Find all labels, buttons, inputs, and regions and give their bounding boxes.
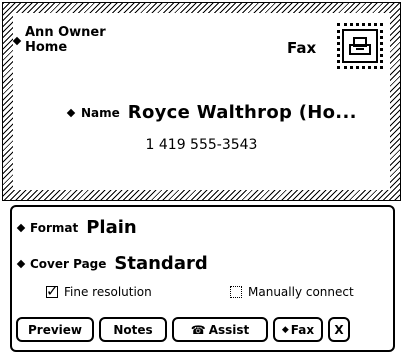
fax-options-panel: Format Plain Cover Page Standard Fine re… bbox=[10, 205, 395, 352]
close-button[interactable]: X bbox=[328, 317, 350, 342]
sender-picker[interactable]: Ann Owner Home bbox=[12, 25, 106, 55]
fine-resolution-checkbox[interactable]: Fine resolution bbox=[46, 282, 152, 300]
checkbox-unchecked-icon bbox=[230, 286, 242, 298]
assist-label: Assist bbox=[208, 322, 250, 337]
preview-button[interactable]: Preview bbox=[16, 317, 94, 342]
fax-label: Fax bbox=[287, 39, 317, 57]
checkbox-checked-icon bbox=[46, 282, 59, 300]
fine-resolution-label: Fine resolution bbox=[64, 285, 152, 299]
notes-button[interactable]: Notes bbox=[99, 317, 167, 342]
fax-stamp-icon bbox=[337, 23, 383, 69]
sender-name: Ann Owner bbox=[25, 25, 106, 40]
diamond-icon bbox=[16, 259, 26, 268]
cover-page-label: Cover Page bbox=[30, 256, 107, 271]
diamond-icon bbox=[16, 223, 26, 232]
phone-icon: ☎ bbox=[190, 322, 206, 337]
format-picker[interactable]: Format Plain bbox=[16, 217, 137, 238]
recipient-name: Royce Walthrop (Ho... bbox=[127, 102, 357, 123]
format-label: Format bbox=[30, 220, 79, 235]
cover-page-value: Standard bbox=[114, 253, 208, 274]
action-bar: Preview Notes ☎ Assist ◆ Fax X bbox=[16, 317, 350, 342]
cover-page-picker[interactable]: Cover Page Standard bbox=[16, 253, 208, 274]
recipient-name-row[interactable]: Name Royce Walthrop (Ho... bbox=[66, 102, 357, 123]
manually-connect-label: Manually connect bbox=[248, 285, 354, 299]
fax-button-label: Fax bbox=[290, 322, 315, 337]
assist-button[interactable]: ☎ Assist bbox=[172, 317, 268, 342]
name-label: Name bbox=[81, 105, 120, 120]
manually-connect-checkbox[interactable]: Manually connect bbox=[230, 285, 354, 299]
diamond-icon bbox=[66, 108, 76, 117]
recipient-phone: 1 419 555-3543 bbox=[145, 137, 258, 153]
fax-envelope: Ann Owner Home Fax Name Royce Walthrop (… bbox=[2, 2, 401, 201]
diamond-icon: ◆ bbox=[281, 324, 289, 335]
fax-send-button[interactable]: ◆ Fax bbox=[273, 317, 323, 342]
fax-machine-icon bbox=[342, 29, 378, 63]
fax-machine-glyph bbox=[349, 37, 371, 55]
format-value: Plain bbox=[86, 217, 137, 238]
sender-location: Home bbox=[25, 40, 68, 55]
